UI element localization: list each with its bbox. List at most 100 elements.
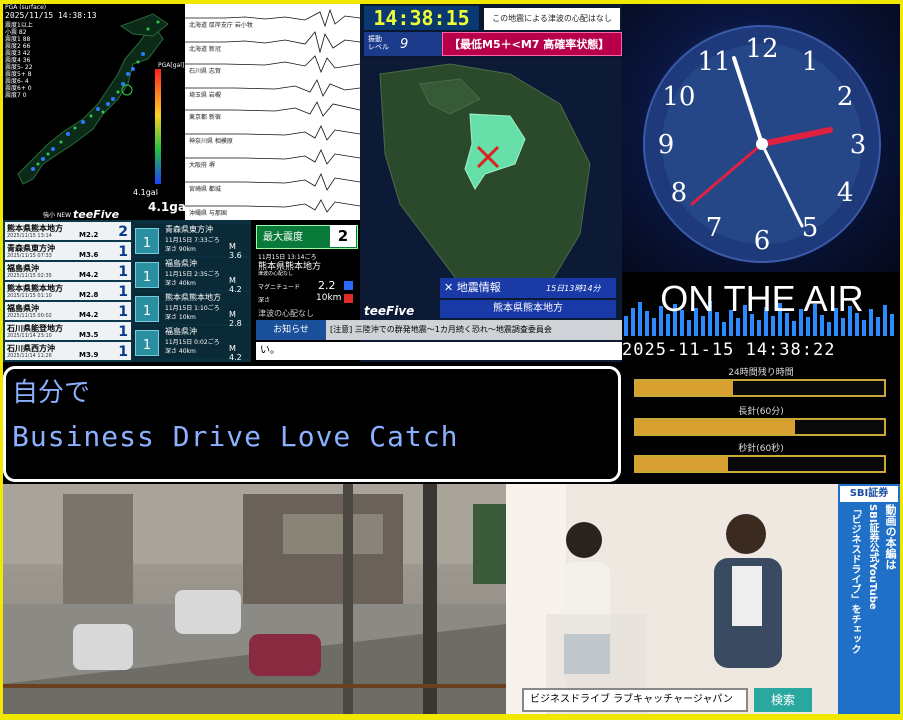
quake-intensity: 2 [118, 224, 128, 240]
sbi-promo-text-3: 「ビジネスドライブ」をチェック [849, 504, 860, 654]
detail-depth: 10km [316, 293, 342, 303]
quake-magnitude: M3.6 [79, 251, 99, 259]
sbi-logo: SBI証券 [840, 486, 898, 502]
wave-label: 神奈川県 相模原 [189, 138, 233, 145]
sbi-promo-text-1: 動画の本編は [884, 504, 897, 570]
quake-card-intensity: 1 [135, 296, 159, 322]
quake-magnitude: M3.9 [79, 351, 99, 359]
street-scene [3, 484, 506, 714]
wave-label: 大阪府 堺 [189, 162, 215, 169]
quake-card-name: 青森県東方沖 [165, 225, 213, 234]
quake-card: 1 福島県沖 11月15日 0:02ごろ 深さ 40km M 4.2 [133, 326, 251, 362]
list-item: 福島県沖 2025/11/15 00:02 M4.2 1 [5, 302, 131, 320]
quake-card-depth: 深さ 40km [165, 280, 196, 287]
quake-region-label: 熊本県熊本地方 [440, 300, 616, 318]
quake-magnitude: M3.5 [79, 331, 99, 339]
teefive-logo: teeFive [73, 208, 120, 220]
notice-text: [注意] 三陸沖での群発地震〜1カ月続く恐れ〜地震調査委員会 [330, 325, 552, 334]
list-item: 福島県沖 2025/11/15 02:35 M4.2 1 [5, 262, 131, 280]
sbi-promo-text-2: SBI証券公式YouTube [867, 504, 878, 610]
studio-video-panel [506, 484, 840, 714]
depth-swatch [344, 294, 353, 303]
quake-time: 2025/11/15 01:10 [7, 293, 52, 299]
list-item: 石川県西方沖 2025/11/14 11:26 M3.9 1 [5, 342, 131, 360]
clock-number: 5 [802, 213, 819, 243]
quake-card-time: 11月15日 1:10ごろ [165, 305, 220, 312]
gal-readout: 4.1gal [148, 200, 185, 214]
no-tsunami-banner: この地震による津波の心配はなし [484, 8, 620, 30]
quake-intensity: 1 [118, 304, 128, 320]
quake-card-name: 熊本県熊本地方 [165, 293, 221, 302]
clock-number: 4 [837, 178, 854, 208]
forecast-banner: 【最低M5＋<M7 高確率状態】 [442, 32, 622, 56]
quake-time: 2025/11/15 07:33 [7, 253, 52, 259]
progress-24h [634, 379, 886, 397]
on-air-overlay: ON THE AIR [660, 278, 864, 319]
subtitle-line-2: Business Drive Love Catch [12, 420, 459, 453]
studio-hosts [506, 484, 840, 714]
subtitle-line-1: 自分で [12, 378, 91, 408]
magnitude-swatch [344, 281, 353, 290]
quake-intensity: 1 [118, 244, 128, 260]
clock-face: 12 12 3 45 6 78 9 1011 [643, 25, 881, 263]
datetime-readout: 2025-11-15 14:38:22 [622, 340, 836, 360]
bar-label-minute: 長針(60分) [738, 407, 784, 417]
clock-number: 11 [697, 47, 730, 77]
quake-card-depth: 深さ 40km [165, 348, 196, 355]
quake-time: 2025/11/15 02:35 [7, 273, 52, 279]
quake-intensity: 1 [118, 264, 128, 280]
quake-card-depth: 深さ 10km [165, 314, 196, 321]
clock-number: 7 [706, 213, 723, 243]
quake-card-depth: 深さ 90km [165, 246, 196, 253]
waveform-panel: 北海道 厚岸支庁 岩小牧 北海道 新冠 石川県 志賀 埼玉県 岩槻 東京都 新宿… [185, 4, 360, 220]
bar-label-second: 秒針(60秒) [738, 444, 784, 454]
wave-label: 東京都 新宿 [189, 114, 221, 121]
detail-magnitude: 2.2 [318, 279, 336, 292]
quake-time: 2025/11/15 00:02 [7, 313, 52, 319]
wave-label: 埼玉県 岩槻 [189, 92, 221, 99]
list-item: 熊本県熊本地方 2025/11/15 01:10 M2.8 1 [5, 282, 131, 300]
intensity-stats: 震度1以上 小震 82 震度1 88 震度2 66 震度3 42 震度4 36 … [5, 22, 33, 99]
quake-magnitude: M2.2 [79, 231, 99, 239]
clock-number: 12 [745, 34, 778, 64]
search-button[interactable]: 検索 [754, 688, 812, 712]
frame-border-bottom [0, 714, 903, 720]
gal-small-readout: 4.1gal [133, 188, 158, 197]
quake-intensity: 1 [118, 284, 128, 300]
quake-time: 2025/11/14 23:10 [7, 333, 52, 339]
map-header: PGA (surface) [5, 4, 47, 11]
live-camera-feed [3, 484, 506, 714]
progress-fill [636, 420, 795, 434]
ticker-bar: い。 [256, 342, 622, 360]
seismic-map-panel: PGA (surface) 2025/11/15 14:38:13 震度1以上 … [3, 4, 185, 220]
clock-number: 2 [837, 82, 854, 112]
detail-magnitude-label: マグニチュード [258, 284, 301, 291]
clock-number: 6 [754, 226, 771, 256]
quake-card-time: 11月15日 2:35ごろ [165, 271, 220, 278]
detail-depth-label: 深さ [258, 297, 271, 304]
progress-fill [636, 457, 728, 471]
quake-card: 1 熊本県熊本地方 11月15日 1:10ごろ 深さ 10km M 2.8 [133, 292, 251, 328]
search-input[interactable]: ビジネスドライブ ラブキャッチャージャパン [522, 688, 748, 712]
quake-time: 2025/11/14 11:26 [7, 353, 52, 359]
tsunami-note: 津波の心配なし [258, 309, 314, 318]
wave-label: 北海道 新冠 [189, 46, 221, 53]
clock-number: 8 [671, 178, 688, 208]
clock-number: 10 [662, 82, 695, 112]
wave-label: 北海道 厚岸支庁 岩小牧 [189, 22, 253, 29]
quake-card-time: 11月15日 7:33ごろ [165, 237, 220, 244]
quake-list-left: 熊本県熊本地方 2025/11/15 13:14 M2.2 2 青森県東方沖 2025/… [3, 220, 131, 362]
quake-magnitude: M4.2 [79, 311, 99, 319]
quake-card-name: 福島県沖 [165, 327, 197, 336]
list-item: 石川県能登地方 2025/11/14 23:10 M3.5 1 [5, 322, 131, 340]
analog-clock-panel: 12 1 2 3 4 5 6 7 8 9 10 11 [622, 4, 900, 272]
clock-readout: 14:38:15 [364, 6, 479, 30]
wave-label: 沖縄県 与那国 [189, 210, 227, 217]
quake-intensity: 1 [118, 344, 128, 360]
quake-card: 1 青森県東方沖 11月15日 7:33ごろ 深さ 90km M 3.6 [133, 224, 251, 260]
progress-second [634, 455, 886, 473]
quake-intensity: 1 [118, 324, 128, 340]
clock-number: 1 [802, 47, 819, 77]
quake-card-name: 福島県沖 [165, 259, 197, 268]
map-timestamp: 2025/11/15 14:38:13 [5, 11, 97, 20]
